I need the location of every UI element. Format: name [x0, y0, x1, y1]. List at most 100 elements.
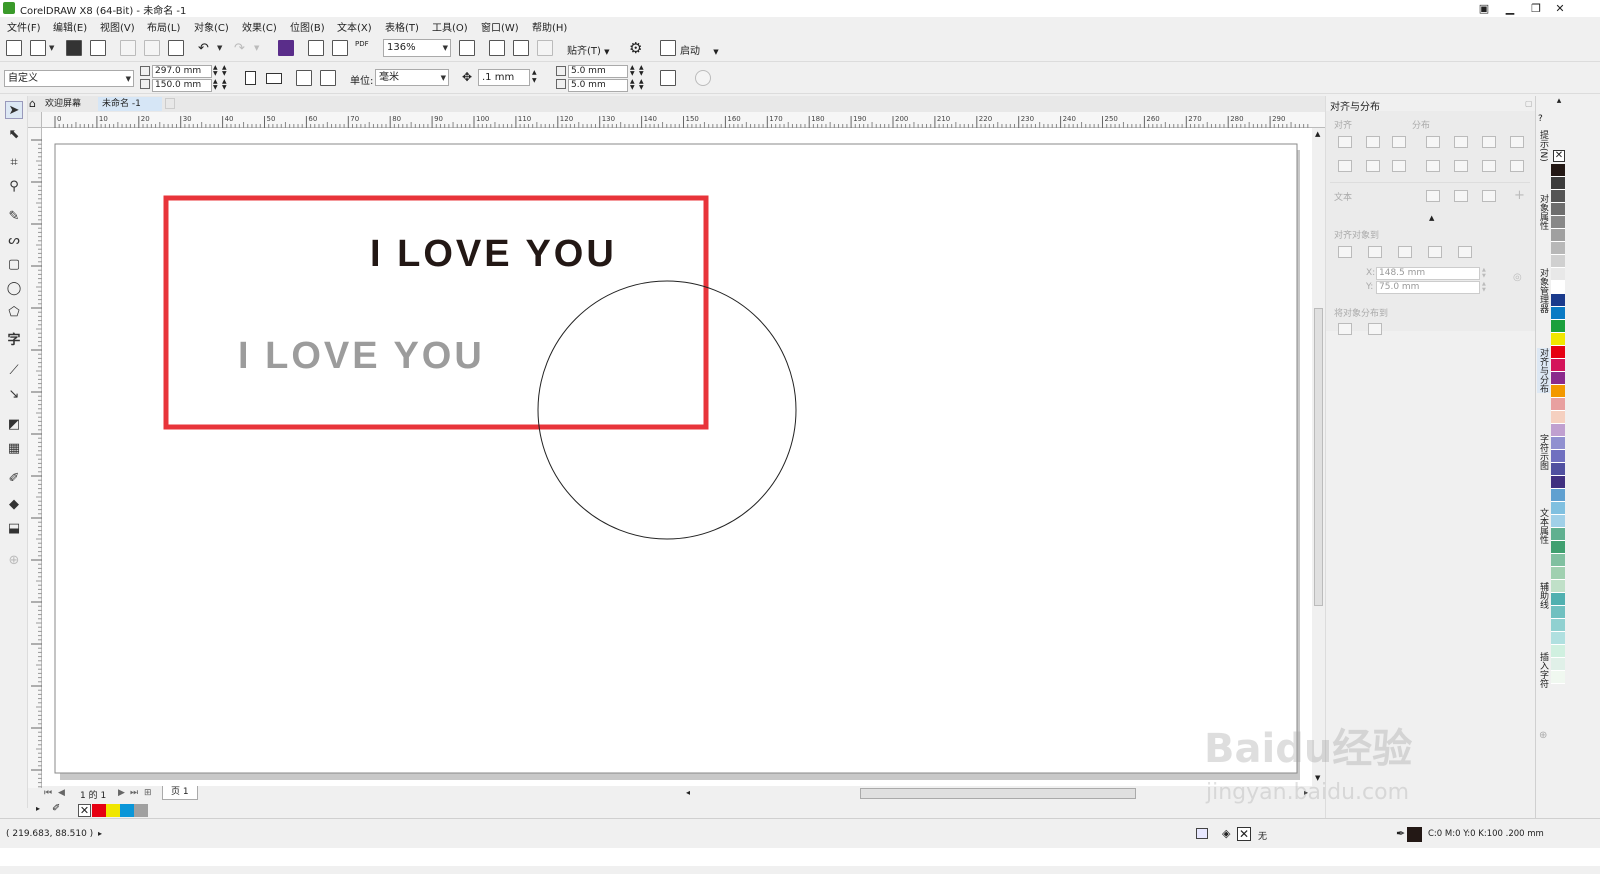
- document-color-swatch[interactable]: [134, 804, 148, 817]
- color-eyedropper-icon[interactable]: ✐: [5, 470, 23, 488]
- dup-y-spinner-2[interactable]: ▲ ▼: [639, 79, 644, 91]
- page-height-field[interactable]: 150.0 mm: [152, 79, 212, 92]
- menu-text[interactable]: 文本(X): [337, 19, 372, 34]
- palette-swatch[interactable]: [1551, 567, 1565, 580]
- vertical-scroll-thumb[interactable]: [1314, 308, 1323, 606]
- align-x-field[interactable]: 148.5 mm: [1376, 267, 1480, 280]
- add-page-icon[interactable]: ⊞: [144, 788, 152, 798]
- palette-swatch[interactable]: [1551, 463, 1565, 476]
- horizontal-ruler[interactable]: 0 10 20 30 40 50 60 70 80 90 100 110 120 130 140 150 160…: [42, 112, 1325, 128]
- reset-point-icon[interactable]: ◎: [1513, 272, 1522, 283]
- duplicate-y-field[interactable]: 5.0 mm: [568, 79, 628, 92]
- text-last-baseline-icon[interactable]: [1454, 190, 1468, 202]
- first-page-icon[interactable]: ⏮: [44, 788, 52, 798]
- help-pointer-icon[interactable]: ?: [1538, 114, 1543, 124]
- palette-swatch[interactable]: [1551, 268, 1565, 281]
- palette-swatch[interactable]: [1551, 528, 1565, 541]
- menu-bitmap[interactable]: 位图(B): [290, 19, 325, 34]
- fill-none-swatch[interactable]: ✕: [1237, 827, 1251, 841]
- smart-fill-icon[interactable]: ⬓: [5, 520, 23, 538]
- polygon-tool-icon[interactable]: ⬠: [5, 304, 23, 322]
- application-launcher-icon[interactable]: [660, 40, 676, 56]
- align-center-v-icon[interactable]: [1366, 160, 1380, 172]
- text-tool-icon[interactable]: 字: [5, 332, 23, 350]
- full-screen-icon[interactable]: [459, 40, 475, 56]
- redo-dropdown-icon[interactable]: ▼: [254, 44, 259, 52]
- align-left-icon[interactable]: [1338, 136, 1352, 148]
- palette-swatch[interactable]: [1551, 307, 1565, 320]
- landscape-icon[interactable]: [266, 73, 282, 84]
- dup-x-spinner[interactable]: ▲ ▼: [630, 65, 635, 77]
- text-first-baseline-icon[interactable]: [1426, 190, 1440, 202]
- palette-swatch[interactable]: [1551, 229, 1565, 242]
- tab-close-icon[interactable]: [165, 98, 175, 109]
- vertical-scrollbar[interactable]: ▲ ▼: [1312, 128, 1325, 788]
- align-y-field[interactable]: 75.0 mm: [1376, 281, 1480, 294]
- palette-swatch[interactable]: [1551, 489, 1565, 502]
- align-bottom-icon[interactable]: [1392, 160, 1406, 172]
- interactive-fill-icon[interactable]: ◆: [5, 496, 23, 514]
- palette-swatch[interactable]: [1551, 619, 1565, 632]
- crop-tool-icon[interactable]: ⌗: [5, 154, 23, 172]
- tab-insert-character[interactable]: 插入字符: [1537, 652, 1550, 688]
- zoom-level-select[interactable]: 136% ▼: [383, 39, 451, 57]
- distribute-spacing-h-icon[interactable]: [1482, 136, 1496, 148]
- palette-swatch[interactable]: [1551, 190, 1565, 203]
- drop-shadow-icon[interactable]: ◩: [5, 416, 23, 434]
- align-right-icon[interactable]: [1392, 136, 1406, 148]
- all-pages-icon[interactable]: [296, 70, 312, 86]
- palette-swatch[interactable]: [1551, 593, 1565, 606]
- next-page-icon[interactable]: ▶: [118, 788, 125, 798]
- align-to-page-edge-icon[interactable]: [1368, 246, 1382, 258]
- palette-swatch[interactable]: [1551, 372, 1565, 385]
- distribute-top-icon[interactable]: [1426, 160, 1440, 172]
- document-color-swatch[interactable]: [120, 804, 134, 817]
- palette-swatch[interactable]: [1551, 281, 1565, 294]
- tab-untitled-1[interactable]: 未命名 -1: [98, 97, 162, 111]
- menu-tools[interactable]: 工具(O): [432, 19, 468, 34]
- zoom-tool-icon[interactable]: ⚲: [5, 178, 23, 196]
- align-to-page-center-icon[interactable]: [1398, 246, 1412, 258]
- menu-view[interactable]: 视图(V): [100, 19, 135, 34]
- publish-pdf-icon[interactable]: PDF: [355, 40, 369, 48]
- search-content-icon[interactable]: [278, 40, 294, 56]
- palette-swatch[interactable]: [1551, 411, 1565, 424]
- document-color-swatch[interactable]: [92, 804, 106, 817]
- outline-color-swatch[interactable]: [1407, 827, 1422, 842]
- ruler-origin[interactable]: [28, 112, 42, 128]
- dark-love-text[interactable]: I LOVE YOU: [370, 233, 617, 275]
- nudge-distance-field[interactable]: .1 mm: [478, 69, 530, 86]
- palette-swatch[interactable]: [1551, 203, 1565, 216]
- dup-x-spinner-2[interactable]: ▲ ▼: [639, 65, 644, 77]
- width-spinner[interactable]: ▲ ▼: [213, 65, 218, 77]
- shape-tool-icon[interactable]: ⬉: [5, 126, 23, 144]
- palette-swatch[interactable]: [1551, 632, 1565, 645]
- palette-swatch[interactable]: [1551, 320, 1565, 333]
- no-color-swatch[interactable]: ✕: [78, 804, 91, 817]
- align-to-grid-icon[interactable]: [1428, 246, 1442, 258]
- x-spinner[interactable]: ▲ ▼: [1482, 267, 1486, 279]
- palette-swatch[interactable]: [1551, 255, 1565, 268]
- menu-effects[interactable]: 效果(C): [242, 19, 277, 34]
- tab-character-map[interactable]: 字符示图: [1537, 434, 1550, 470]
- show-guidelines-icon[interactable]: [537, 40, 553, 56]
- parallel-dimension-icon[interactable]: ⟋: [5, 362, 23, 380]
- close-button[interactable]: ✕: [1550, 1, 1570, 16]
- restore-button[interactable]: ❐: [1526, 1, 1546, 16]
- menu-file[interactable]: 文件(F): [7, 19, 41, 34]
- text-bounding-box-icon[interactable]: [1482, 190, 1496, 202]
- freehand-tool-icon[interactable]: ✎: [5, 208, 23, 226]
- document-color-swatch[interactable]: [106, 804, 120, 817]
- menu-table[interactable]: 表格(T): [385, 19, 419, 34]
- connector-tool-icon[interactable]: ↘: [5, 386, 23, 404]
- y-spinner[interactable]: ▲ ▼: [1482, 281, 1486, 293]
- palette-scroll-up-icon[interactable]: ▴: [1551, 96, 1567, 110]
- palette-swatch[interactable]: [1551, 177, 1565, 190]
- import-icon[interactable]: [308, 40, 324, 56]
- palette-swatch[interactable]: [1551, 450, 1565, 463]
- paste-icon[interactable]: [168, 40, 184, 56]
- palette-expand-icon[interactable]: ▸: [36, 804, 40, 813]
- color-proofing-icon[interactable]: [1196, 828, 1208, 839]
- dup-y-spinner[interactable]: ▲ ▼: [630, 79, 635, 91]
- rectangle-tool-icon[interactable]: ▢: [5, 256, 23, 274]
